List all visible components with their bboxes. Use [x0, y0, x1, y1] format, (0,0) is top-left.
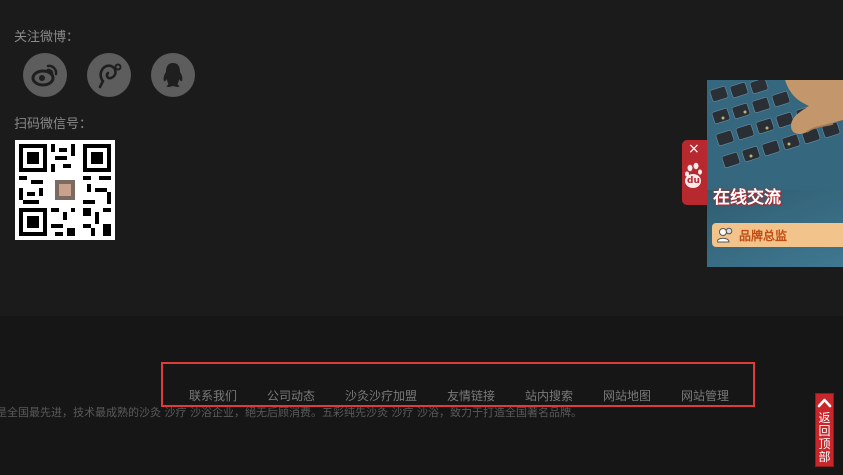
- brand-director-label: 品牌总监: [739, 228, 788, 243]
- follow-weibo-label: 关注微博：: [14, 30, 80, 45]
- wechat-scan-label: 扫码微信号：: [14, 117, 93, 132]
- footer-link-friend-links[interactable]: 友情链接: [447, 387, 495, 404]
- tencent-weibo-button[interactable]: [87, 53, 131, 97]
- footer-link-admin[interactable]: 网站管理: [681, 387, 729, 404]
- footer-link-sitemap[interactable]: 网站地图: [603, 387, 651, 404]
- footer-link-franchise[interactable]: 沙灸沙疗加盟: [345, 387, 417, 404]
- weibo-icon: [31, 64, 58, 87]
- tencent-weibo-icon: [98, 63, 122, 89]
- chat-tab-logo: du: [687, 176, 700, 186]
- footer-link-news[interactable]: 公司动态: [267, 387, 315, 404]
- user-icon: [717, 227, 733, 243]
- chat-close-icon[interactable]: ×: [688, 141, 700, 157]
- qq-icon: [163, 63, 183, 87]
- online-chat-widget[interactable]: 在线交流 品牌总监: [707, 80, 843, 267]
- qq-button[interactable]: [151, 53, 195, 97]
- wechat-qr-code: [15, 140, 115, 240]
- footer-link-contact[interactable]: 联系我们: [189, 387, 237, 404]
- footer-link-site-search[interactable]: 站内搜索: [525, 387, 573, 404]
- brand-director-button[interactable]: 品牌总监: [712, 223, 843, 247]
- chat-title: 在线交流: [713, 188, 781, 208]
- back-to-top-button[interactable]: 返回顶部: [815, 393, 834, 467]
- back-to-top-label: 返回顶部: [818, 411, 831, 464]
- keyboard-image: [707, 80, 843, 190]
- weibo-button[interactable]: [23, 53, 67, 97]
- footer-blurb: 是全国最先进，技术最成熟的沙灸 沙疗 沙浴企业，絕无后顾消费。五彩纯先沙灸 沙疗…: [0, 406, 582, 419]
- chevron-up-icon: [817, 398, 832, 408]
